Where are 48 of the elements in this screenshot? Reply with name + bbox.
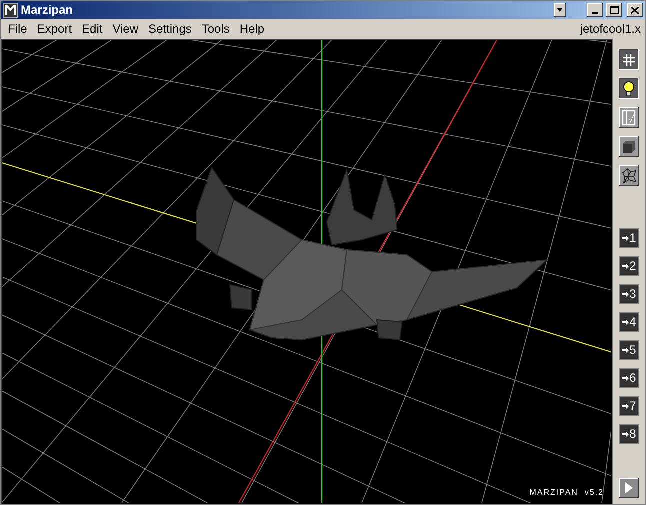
arrow-icon: [622, 290, 629, 298]
play-icon: [625, 482, 633, 494]
camera-preset-button[interactable]: 3: [619, 284, 639, 304]
menu-item[interactable]: Tools: [196, 20, 235, 38]
camera-preset-button[interactable]: 5: [619, 340, 639, 360]
arrow-icon: [622, 430, 629, 438]
arrow-icon: [622, 234, 629, 242]
select-tool-button[interactable]: [619, 107, 639, 128]
camera-preset-button[interactable]: 7: [619, 396, 639, 416]
camera-preset-button[interactable]: 1: [619, 228, 639, 248]
arrow-icon: [622, 374, 629, 382]
caret-icon: [557, 8, 563, 12]
menu-item[interactable]: Export: [32, 20, 78, 38]
light-tool-button[interactable]: [619, 78, 639, 99]
light-bulb-icon: [623, 80, 635, 96]
window-title: Marzipan: [21, 2, 74, 19]
arrow-icon: [622, 346, 629, 354]
camera-preset-button[interactable]: 6: [619, 368, 639, 388]
menu-item[interactable]: Help: [234, 20, 270, 38]
mesh-tool-button[interactable]: [619, 165, 639, 186]
menu-item[interactable]: Edit: [77, 20, 108, 38]
grid-icon: [623, 54, 635, 66]
menu-item[interactable]: View: [108, 20, 144, 38]
maximize-button[interactable]: [606, 3, 622, 17]
arrow-icon: [622, 262, 629, 270]
dropdown-button[interactable]: [554, 3, 566, 17]
close-icon: [631, 6, 639, 14]
app-logo-icon: [3, 2, 18, 18]
arrow-icon: [622, 318, 629, 326]
file-name: jetofcool1.x: [580, 21, 641, 38]
mesh-icon: [621, 168, 637, 184]
arrow-icon: [622, 402, 629, 410]
minimize-icon: [592, 12, 598, 14]
version-label: MARZIPAN v5.2: [530, 487, 604, 499]
camera-preset-button[interactable]: 2: [619, 256, 639, 276]
close-button[interactable]: [627, 3, 643, 17]
cube-tool-button[interactable]: [619, 136, 639, 157]
camera-preset-button[interactable]: 4: [619, 312, 639, 332]
camera-preset-button[interactable]: 8: [619, 424, 639, 444]
3d-viewport[interactable]: MARZIPAN v5.2: [1, 39, 612, 504]
menu-item[interactable]: File: [3, 20, 32, 38]
frame-icon: [622, 110, 636, 126]
maximize-icon: [610, 6, 618, 14]
minimize-button[interactable]: [587, 3, 603, 17]
grid-tool-button[interactable]: [619, 49, 639, 70]
menu-item[interactable]: Settings: [144, 20, 197, 38]
play-button[interactable]: [619, 478, 639, 498]
cube-icon: [622, 140, 636, 154]
